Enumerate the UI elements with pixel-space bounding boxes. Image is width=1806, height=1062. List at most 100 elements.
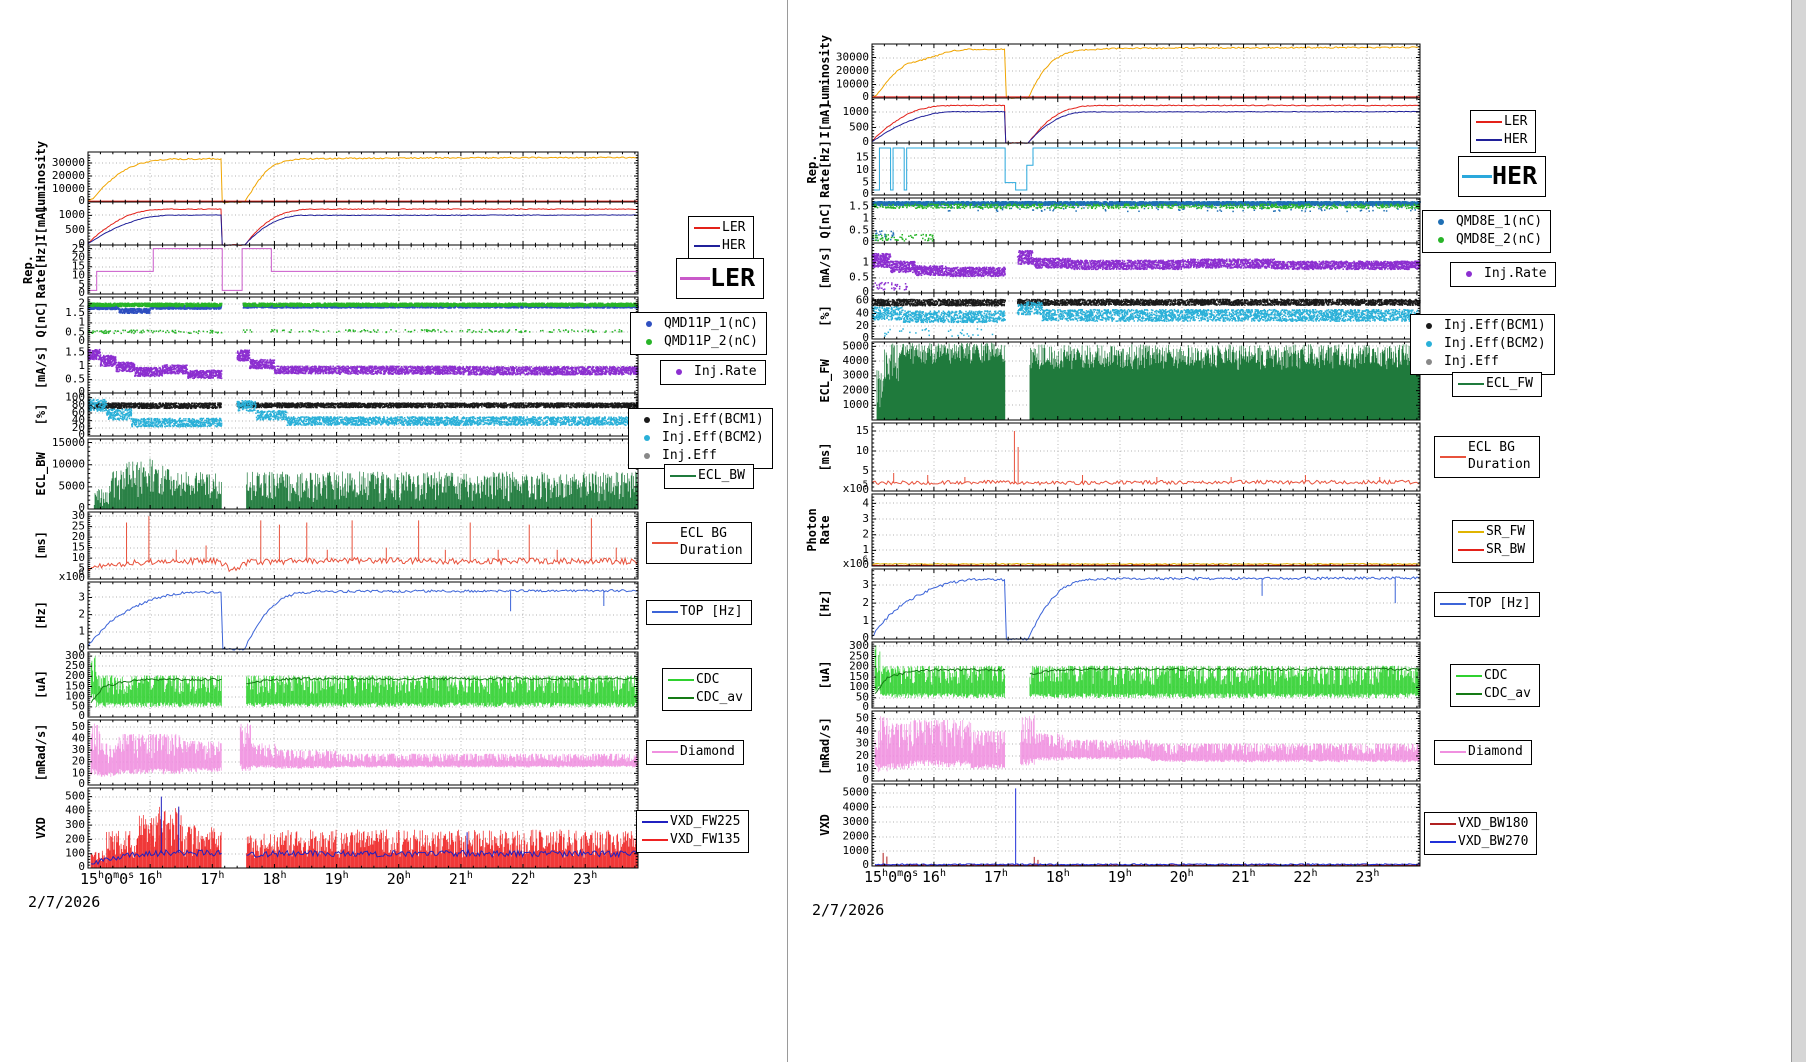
legend-label: CDC	[696, 672, 719, 689]
series-line-icon	[692, 245, 722, 247]
legend-label: HER	[1504, 132, 1527, 149]
line-glyph	[1456, 693, 1482, 695]
legend-entry: Inj.Eff	[1414, 354, 1546, 371]
legend-left-inj-rate: Inj.Rate	[660, 360, 766, 385]
legend-label: QMD8E_2(nC)	[1456, 232, 1542, 249]
legend-left-cdc: CDCCDC_av	[662, 668, 752, 711]
legend-label: Inj.Rate	[694, 364, 757, 381]
series-line-icon	[666, 679, 696, 681]
legend-label: Inj.Rate	[1484, 266, 1547, 283]
legend-entry: Inj.Eff(BCM2)	[1414, 336, 1546, 353]
legend-entry: LER	[1474, 114, 1527, 131]
line-glyph	[642, 839, 668, 841]
legend-entry: TOP [Hz]	[1438, 596, 1531, 613]
legend-entry: Diamond	[1438, 744, 1523, 761]
series-dot-icon	[632, 435, 662, 441]
line-glyph	[1458, 549, 1484, 551]
legend-right-inj-rate: Inj.Rate	[1450, 262, 1556, 287]
dot-glyph	[1426, 341, 1432, 347]
line-glyph	[652, 542, 678, 544]
line-glyph	[1440, 751, 1466, 753]
legend-left-vxd: VXD_FW225VXD_FW135	[636, 810, 749, 853]
legend-label: SR_FW	[1486, 524, 1525, 541]
dot-glyph	[676, 369, 682, 375]
legend-left-beams: LERHER	[688, 216, 754, 259]
legend-label: CDC	[1484, 668, 1507, 685]
series-dot-icon	[632, 453, 662, 459]
legend-label: LER	[710, 262, 755, 295]
legend-label: HER	[1492, 160, 1537, 193]
legend-right-top: TOP [Hz]	[1434, 592, 1540, 617]
legend-left-charge: QMD11P_1(nC)QMD11P_2(nC)	[630, 312, 767, 355]
date-label-right: 2/7/2026	[812, 901, 884, 919]
dot-glyph	[646, 321, 652, 327]
series-line-icon	[666, 697, 696, 699]
legend-right-vxd: VXD_BW180VXD_BW270	[1424, 812, 1537, 855]
legend-label: VXD_FW225	[670, 814, 740, 831]
legend-entry: Inj.Rate	[1454, 266, 1547, 283]
legend-entry: Inj.Rate	[664, 364, 757, 381]
legend-right-ecl: ECL_FW	[1452, 372, 1542, 397]
line-glyph	[694, 245, 720, 247]
legend-label: Inj.Eff(BCM2)	[662, 430, 764, 447]
legend-entry: VXD_FW225	[640, 814, 740, 831]
line-glyph	[1430, 823, 1456, 825]
legend-label: CDC_av	[1484, 686, 1531, 703]
legend-entry: Inj.Eff(BCM1)	[632, 412, 764, 429]
line-glyph	[652, 751, 678, 753]
window-edge-strip	[1791, 0, 1806, 1062]
line-glyph	[1440, 456, 1466, 458]
legend-entry: VXD_FW135	[640, 832, 740, 849]
legend-entry: VXD_BW180	[1428, 816, 1528, 833]
legend-label: ECL_BW	[698, 468, 745, 485]
legend-label: LER	[722, 220, 745, 237]
legend-entry: CDC_av	[666, 690, 743, 707]
line-glyph	[668, 679, 694, 681]
dot-glyph	[646, 339, 652, 345]
legend-left-diamond: Diamond	[646, 740, 744, 765]
series-line-icon	[1438, 456, 1468, 458]
legend-entry: HER	[1462, 160, 1537, 193]
series-line-icon	[1474, 139, 1504, 141]
series-line-icon	[680, 277, 710, 280]
series-line-icon	[1438, 603, 1468, 605]
line-glyph	[670, 475, 696, 477]
legend-right-diamond: Diamond	[1434, 740, 1532, 765]
legend-entry: ECL BG Duration	[1438, 440, 1531, 474]
series-line-icon	[1454, 693, 1484, 695]
series-dot-icon	[632, 417, 662, 423]
legend-label: VXD_BW270	[1458, 834, 1528, 851]
dot-glyph	[644, 417, 650, 423]
legend-entry: HER	[692, 238, 745, 255]
series-line-icon	[668, 475, 698, 477]
legend-right-inj-eff: Inj.Eff(BCM1)Inj.Eff(BCM2)Inj.Eff	[1410, 314, 1555, 375]
line-glyph	[642, 821, 668, 823]
series-dot-icon	[634, 339, 664, 345]
legend-entry: Inj.Eff(BCM1)	[1414, 318, 1546, 335]
line-glyph	[668, 697, 694, 699]
legend-label: LER	[1504, 114, 1527, 131]
dot-glyph	[1466, 271, 1472, 277]
legend-label: TOP [Hz]	[680, 604, 743, 621]
legend-entry: CDC	[666, 672, 743, 689]
legend-left-ring: LER	[676, 258, 764, 299]
series-line-icon	[1428, 823, 1458, 825]
legend-entry: CDC_av	[1454, 686, 1531, 703]
legend-entry: CDC	[1454, 668, 1531, 685]
series-line-icon	[1456, 531, 1486, 533]
series-dot-icon	[1414, 323, 1444, 329]
line-glyph	[1458, 383, 1484, 385]
line-glyph	[1456, 675, 1482, 677]
dot-glyph	[1426, 323, 1432, 329]
legend-label: ECL BG Duration	[680, 526, 743, 560]
legend-entry: QMD8E_2(nC)	[1426, 232, 1542, 249]
legend-label: Diamond	[680, 744, 735, 761]
legend-entry: QMD8E_1(nC)	[1426, 214, 1542, 231]
legend-label: Inj.Eff(BCM2)	[1444, 336, 1546, 353]
legend-label: QMD11P_1(nC)	[664, 316, 758, 333]
legend-label: TOP [Hz]	[1468, 596, 1531, 613]
legend-entry: LER	[692, 220, 745, 237]
series-dot-icon	[1454, 271, 1484, 277]
legend-entry: TOP [Hz]	[650, 604, 743, 621]
legend-entry: ECL_BW	[668, 468, 745, 485]
